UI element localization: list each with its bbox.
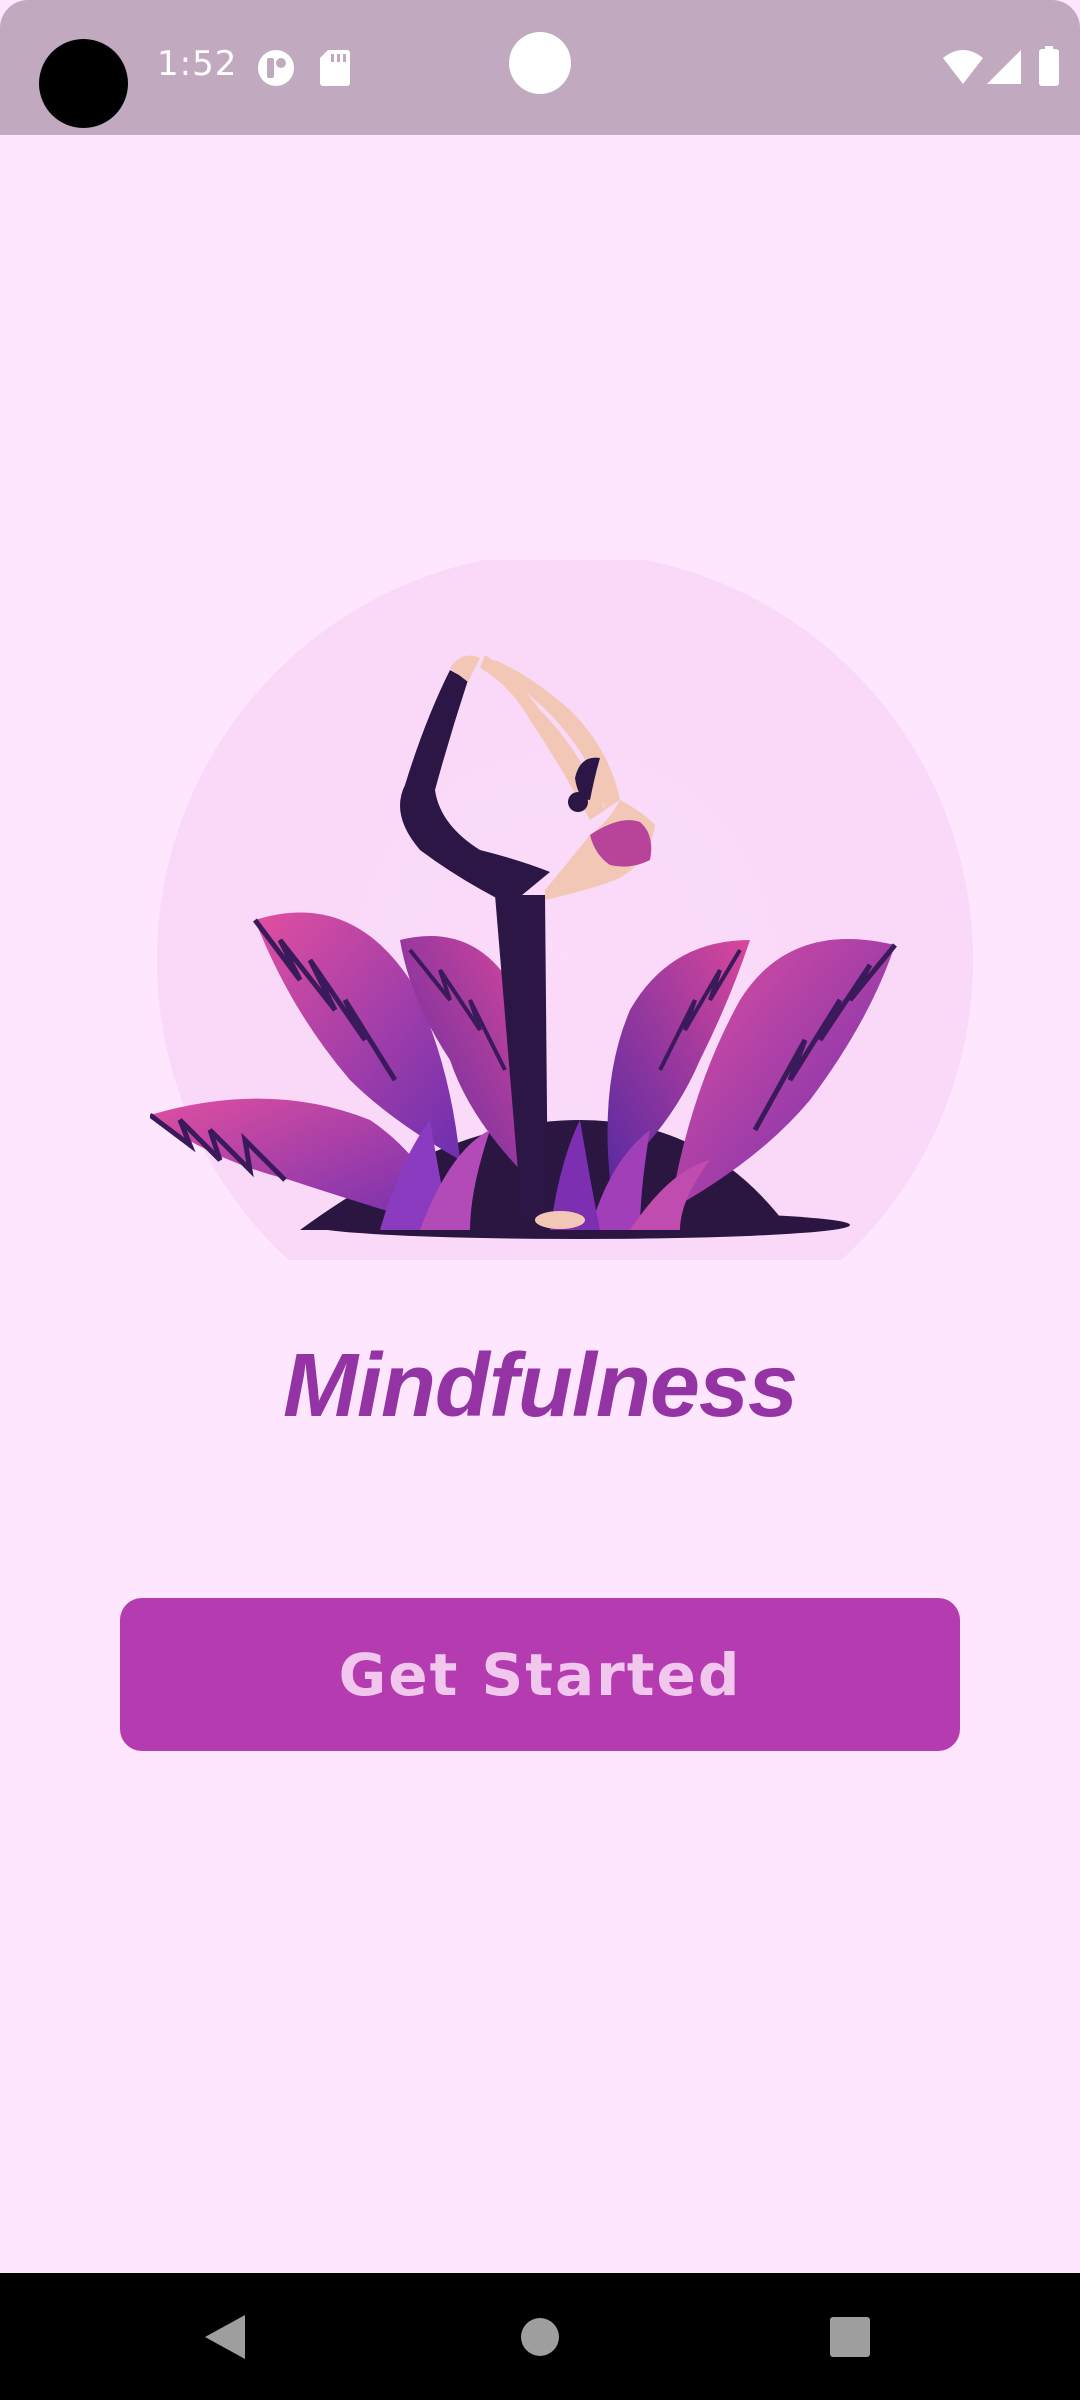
cellular-signal-icon [987,50,1021,84]
status-time: 1:52 [157,44,238,84]
notification-app-icon [258,50,294,86]
yoga-pose-illustration [150,560,973,1260]
navigation-bar [0,2273,1080,2400]
home-icon [521,2317,559,2356]
get-started-button[interactable]: Get Started [120,1598,960,1751]
camera-indicator-dot [509,32,571,94]
app-title: Mindfulness [282,1336,798,1436]
sd-card-icon [320,50,350,86]
battery-icon [1039,46,1059,86]
splash-screen: 1:52 Mindfulness Get Started [0,0,1080,2400]
back-icon [205,2314,245,2359]
status-bar: 1:52 [0,0,1080,135]
wifi-icon [943,50,983,84]
back-button[interactable] [145,2273,305,2400]
home-button[interactable] [460,2273,620,2400]
camera-cutout-icon [39,39,128,128]
recents-icon [830,2316,870,2357]
recents-button[interactable] [770,2273,930,2400]
